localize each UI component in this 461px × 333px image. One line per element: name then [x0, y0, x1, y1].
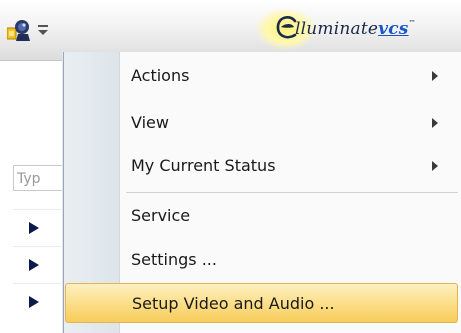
- menu-item-setup-video-and-audio[interactable]: Setup Video and Audio ...: [65, 283, 458, 323]
- menu-item-label: Settings ...: [131, 250, 217, 269]
- list-gridline: [13, 283, 63, 284]
- play-arrow-icon[interactable]: [28, 295, 40, 309]
- menu-item-my-current-status[interactable]: My Current Status: [120, 146, 460, 186]
- chevron-right-icon: [432, 118, 438, 128]
- left-list-panel: [0, 61, 63, 333]
- logo-trademark: ™: [408, 19, 416, 27]
- menu-item-label: Actions: [131, 66, 190, 85]
- list-gridline: [13, 246, 63, 247]
- logo-brand-suffix: vcs: [378, 19, 409, 39]
- elluminate-logo: lluminatevcs™: [255, 8, 461, 52]
- menu-item-label: My Current Status: [131, 156, 276, 175]
- menu-item-label: Service: [131, 206, 191, 225]
- list-gridline: [13, 209, 63, 210]
- elluminate-app-icon[interactable]: [7, 18, 31, 42]
- menu-item-label: View: [131, 113, 169, 132]
- menu-item-settings[interactable]: Settings ...: [120, 240, 460, 280]
- quick-access-dropdown-icon[interactable]: [37, 23, 49, 37]
- column-header-type[interactable]: Typ: [13, 165, 63, 191]
- menu-item-actions[interactable]: Actions: [120, 56, 460, 96]
- menu-separator: [126, 192, 458, 193]
- context-menu: Actions View My Current Status Service S…: [63, 52, 461, 333]
- menu-item-view[interactable]: View: [120, 103, 460, 143]
- logo-brand-prefix: lluminate: [295, 19, 379, 39]
- chevron-right-icon: [432, 71, 438, 81]
- logo-text: lluminatevcs™: [295, 19, 416, 39]
- menu-item-label: Setup Video and Audio ...: [132, 294, 335, 313]
- menu-item-service[interactable]: Service: [120, 196, 460, 236]
- play-arrow-icon[interactable]: [28, 258, 40, 272]
- chevron-right-icon: [432, 161, 438, 171]
- play-arrow-icon[interactable]: [28, 221, 40, 235]
